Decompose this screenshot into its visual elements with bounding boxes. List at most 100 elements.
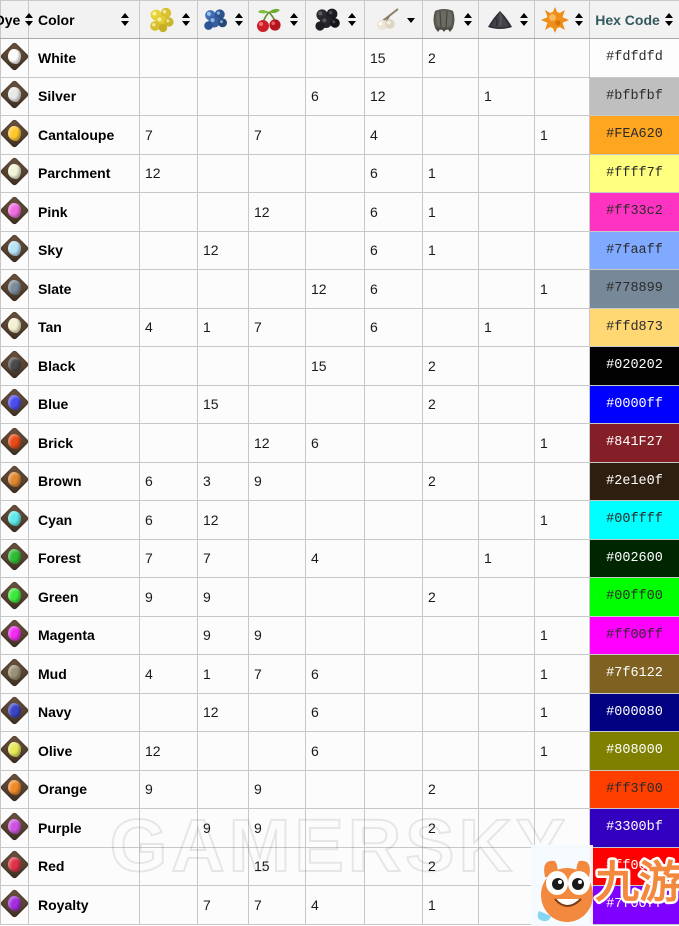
dye-item-icon — [0, 888, 30, 919]
ingredient-qty-n8 — [534, 307, 590, 347]
dye-item-icon — [0, 156, 30, 187]
sort-arrow-icon[interactable] — [290, 13, 299, 26]
column-header-hide[interactable] — [422, 0, 479, 39]
ingredient-qty-n1 — [139, 269, 198, 309]
ingredient-qty-n6 — [422, 307, 479, 347]
dye-item-icon — [0, 811, 30, 842]
dye-icon-cell — [0, 654, 30, 694]
ingredient-qty-n8: 1 — [534, 654, 590, 694]
sort-arrow-icon[interactable] — [25, 13, 34, 26]
hex-code-cell: #000080 — [589, 692, 679, 732]
dye-item-icon — [0, 272, 30, 303]
table-row: Black 15 2 #020202 — [0, 346, 679, 386]
ingredient-qty-n3: 9 — [248, 461, 306, 501]
ingredient-qty-n2 — [197, 269, 249, 309]
ingredient-qty-n5: 6 — [364, 230, 423, 270]
dye-item-icon — [0, 734, 30, 765]
ingredient-qty-n1 — [139, 885, 198, 925]
table-row: Green 9 9 2 #00ff00 — [0, 577, 679, 617]
sort-arrow-icon[interactable] — [121, 13, 130, 26]
dye-icon-cell — [0, 115, 30, 155]
ingredient-qty-n4: 12 — [305, 269, 365, 309]
table-row: Royalty 7 7 4 1 #7f00ff — [0, 885, 679, 925]
dye-color-name: Green — [28, 577, 140, 617]
hex-code-cell: #ff00ff — [589, 615, 679, 655]
ingredient-qty-n6 — [422, 76, 479, 116]
ingredient-qty-n2 — [197, 38, 249, 78]
table-row: White 15 2 #fdfdfd — [0, 38, 679, 78]
column-header-hex-code[interactable]: Hex Code — [589, 0, 679, 39]
dye-color-name: Cantaloupe — [28, 115, 140, 155]
table-row: Mud 4 1 7 6 1 #7f6122 — [0, 654, 679, 694]
yellow-berries-icon — [149, 7, 174, 32]
column-header-blackberries[interactable] — [305, 0, 365, 39]
sort-arrow-icon[interactable] — [181, 13, 191, 26]
ingredient-qty-n5: 6 — [364, 192, 423, 232]
sort-arrow-icon[interactable] — [348, 13, 357, 26]
column-header-yellow-berries[interactable] — [139, 0, 198, 39]
hex-code-cell: #2e1e0f — [589, 461, 679, 501]
ingredient-qty-n5 — [364, 538, 423, 578]
column-header-color[interactable]: Color — [28, 0, 140, 39]
ingredient-qty-n8: 1 — [534, 115, 590, 155]
column-header-blueberries[interactable] — [197, 0, 249, 39]
column-header-charcoal[interactable] — [478, 0, 535, 39]
ingredient-qty-n5: 12 — [364, 76, 423, 116]
dye-icon-cell — [0, 307, 30, 347]
sort-arrow-icon[interactable] — [463, 13, 473, 26]
hex-code-cell: #0000ff — [589, 384, 679, 424]
table-row: Cyan 6 12 1 #00ffff — [0, 500, 679, 540]
sort-arrow-icon[interactable] — [406, 13, 416, 26]
ingredient-qty-n5 — [364, 577, 423, 617]
sort-arrow-icon[interactable] — [575, 13, 584, 26]
charcoal-icon — [487, 10, 512, 29]
sort-arrow-icon[interactable] — [235, 13, 244, 26]
hex-code-cell: #bfbfbf — [589, 76, 679, 116]
ingredient-qty-n7: 1 — [478, 307, 535, 347]
ingredient-qty-n6: 2 — [422, 38, 479, 78]
hex-code-cell: #808000 — [589, 731, 679, 771]
ingredient-qty-n3: 12 — [248, 192, 306, 232]
ingredient-qty-n3 — [248, 692, 306, 732]
hex-code-cell: #ff33c2 — [589, 192, 679, 232]
ingredient-qty-n2 — [197, 192, 249, 232]
dye-color-name: Slate — [28, 269, 140, 309]
ingredient-qty-n8 — [534, 538, 590, 578]
ingredient-qty-n5 — [364, 461, 423, 501]
dye-icon-cell — [0, 692, 30, 732]
ingredient-qty-n6 — [422, 692, 479, 732]
dye-color-name: Pink — [28, 192, 140, 232]
ingredient-qty-n6 — [422, 654, 479, 694]
ingredient-qty-n1 — [139, 692, 198, 732]
ingredient-qty-n6 — [422, 269, 479, 309]
column-header-orange-ball[interactable] — [534, 0, 590, 39]
sort-arrow-icon[interactable] — [519, 13, 529, 26]
dye-icon-cell — [0, 192, 30, 232]
sort-arrow-icon[interactable] — [664, 13, 674, 26]
ingredient-qty-n8 — [534, 885, 590, 925]
ingredient-qty-n3 — [248, 153, 306, 193]
dye-item-icon — [0, 41, 30, 72]
table-row: Olive 12 6 1 #808000 — [0, 731, 679, 771]
column-header-cherries[interactable] — [248, 0, 306, 39]
ingredient-qty-n5: 6 — [364, 153, 423, 193]
dye-item-icon — [0, 118, 30, 149]
ingredient-qty-n3: 9 — [248, 769, 306, 809]
dye-color-name: Forest — [28, 538, 140, 578]
column-header-white-berries[interactable] — [364, 0, 423, 39]
dye-recipe-table: Dye Color — [0, 0, 679, 925]
dye-icon-cell — [0, 885, 30, 925]
dye-color-name: Sky — [28, 230, 140, 270]
ingredient-qty-n4 — [305, 769, 365, 809]
ingredient-qty-n4 — [305, 846, 365, 886]
dye-color-name: White — [28, 38, 140, 78]
dye-item-icon — [0, 79, 30, 110]
ingredient-qty-n6 — [422, 500, 479, 540]
ingredient-qty-n3: 9 — [248, 808, 306, 848]
dye-color-name: Silver — [28, 76, 140, 116]
hex-code-cell: #7faaff — [589, 230, 679, 270]
ingredient-qty-n6: 2 — [422, 577, 479, 617]
dye-icon-cell — [0, 615, 30, 655]
ingredient-qty-n4 — [305, 808, 365, 848]
column-header-dye[interactable]: Dye — [0, 0, 34, 39]
